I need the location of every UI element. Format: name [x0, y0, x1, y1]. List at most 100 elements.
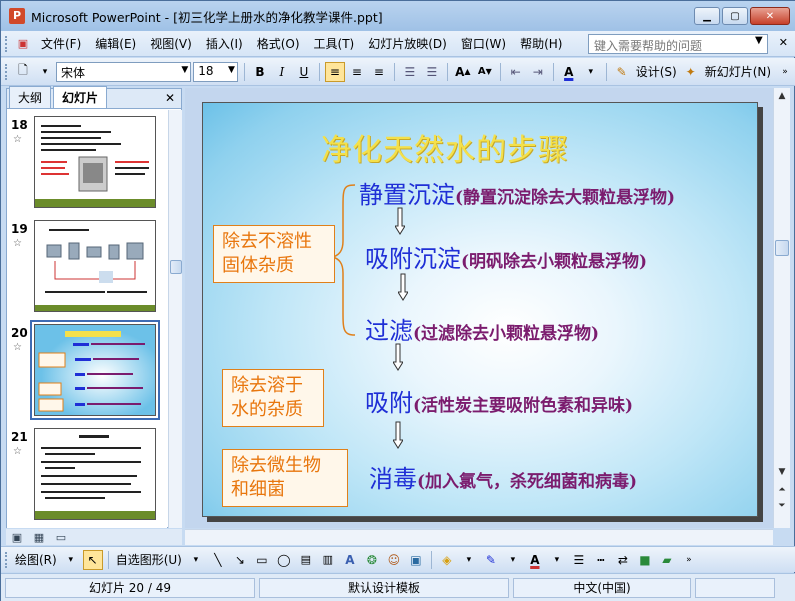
- wordart-icon[interactable]: A: [340, 550, 360, 570]
- drawbar-overflow-icon[interactable]: »: [679, 550, 699, 570]
- design-button[interactable]: 设计(S): [633, 63, 680, 80]
- fill-color-icon[interactable]: ◈: [437, 550, 457, 570]
- menu-help[interactable]: 帮助(H): [513, 35, 569, 52]
- slide-sorter-view-icon[interactable]: ▦: [29, 527, 49, 547]
- bold-button[interactable]: B: [250, 62, 270, 82]
- menu-edit[interactable]: 编辑(E): [88, 35, 143, 52]
- design-icon[interactable]: ✎: [612, 62, 632, 82]
- align-center-icon[interactable]: ≡: [347, 62, 367, 82]
- line-icon[interactable]: ╲: [208, 550, 228, 570]
- scroll-up-icon[interactable]: ▲: [774, 88, 790, 104]
- dash-style-icon[interactable]: ┅: [591, 550, 611, 570]
- 3d-style-icon[interactable]: ▰: [657, 550, 677, 570]
- underline-button[interactable]: U: [294, 62, 314, 82]
- down-arrow-icon: [393, 421, 403, 449]
- toolbar-divider: [430, 550, 432, 569]
- box-insoluble-impurities[interactable]: 除去不溶性 固体杂质: [213, 225, 335, 283]
- new-document-icon[interactable]: 🗋: [13, 62, 33, 82]
- autoshapes-dropdown-icon[interactable]: ▾: [186, 550, 206, 570]
- previous-slide-icon[interactable]: ⏶: [774, 482, 790, 498]
- current-slide[interactable]: 净化天然水的步骤 静置沉淀(静置沉淀除去大颗粒悬浮物) 吸附沉淀(明矾除去小颗粒…: [202, 102, 758, 517]
- help-dropdown-icon[interactable]: ▼: [755, 35, 763, 46]
- draw-menu-button[interactable]: 绘图(R): [12, 551, 60, 568]
- help-search-input[interactable]: 键入需要帮助的问题: [588, 34, 768, 54]
- diagram-icon[interactable]: ❂: [362, 550, 382, 570]
- font-color-dropdown-icon[interactable]: ▾: [581, 62, 601, 82]
- drawbar-grip-handle[interactable]: [5, 551, 8, 568]
- shadow-style-icon[interactable]: ■: [635, 550, 655, 570]
- oval-icon[interactable]: ◯: [274, 550, 294, 570]
- align-left-icon[interactable]: ≡: [324, 61, 345, 82]
- vertical-textbox-icon[interactable]: ▥: [318, 550, 338, 570]
- maximize-button[interactable]: ▢: [722, 7, 748, 25]
- italic-button[interactable]: I: [272, 62, 292, 82]
- line-style-icon[interactable]: ☰: [569, 550, 589, 570]
- toolbar-grip-handle[interactable]: [5, 63, 8, 80]
- draw-font-color-icon[interactable]: A: [525, 550, 545, 570]
- horizontal-scrollbar[interactable]: [185, 529, 773, 545]
- menu-window[interactable]: 窗口(W): [454, 35, 513, 52]
- powerpoint-app-icon[interactable]: P: [9, 8, 25, 24]
- menu-grip-handle[interactable]: [5, 35, 8, 52]
- decrease-font-size-icon[interactable]: A ▼: [475, 62, 495, 82]
- slide-thumbnail-19[interactable]: 19 ☆: [7, 218, 167, 318]
- font-size-select[interactable]: 18 ▼: [193, 61, 238, 82]
- menu-view[interactable]: 视图(V): [143, 35, 199, 52]
- rectangle-icon[interactable]: ▭: [252, 550, 272, 570]
- thumbnail-scroll-thumb[interactable]: [170, 260, 182, 274]
- new-slide-button[interactable]: 新幻灯片(N): [702, 63, 774, 80]
- box-microbes[interactable]: 除去微生物 和细菌: [222, 449, 348, 507]
- minimize-button[interactable]: ▁: [694, 7, 720, 25]
- numbered-list-icon[interactable]: ☰: [400, 62, 420, 82]
- scroll-down-icon[interactable]: ▼: [774, 464, 790, 480]
- menu-format[interactable]: 格式(O): [250, 35, 307, 52]
- new-slide-icon[interactable]: ✦: [681, 62, 701, 82]
- toolbar-options-icon[interactable]: ▾: [35, 62, 55, 82]
- clipart-icon[interactable]: ☺: [384, 550, 404, 570]
- document-close-icon[interactable]: ✕: [779, 36, 788, 49]
- draw-font-color-dropdown-icon[interactable]: ▾: [547, 550, 567, 570]
- fill-color-dropdown-icon[interactable]: ▾: [459, 550, 479, 570]
- next-slide-icon[interactable]: ⏷: [774, 498, 790, 514]
- slide-scroll-thumb[interactable]: [775, 240, 789, 256]
- slide-title[interactable]: 净化天然水的步骤: [321, 125, 569, 169]
- box-1-line-2: 固体杂质: [222, 255, 294, 276]
- tab-slides[interactable]: 幻灯片: [53, 86, 108, 108]
- toolbar-divider: [318, 62, 320, 81]
- font-name-select[interactable]: 宋体 ▼: [55, 61, 192, 82]
- increase-font-size-icon[interactable]: A ▲: [453, 62, 473, 82]
- tab-outline[interactable]: 大纲: [9, 86, 52, 108]
- step-4-name: 吸附: [365, 389, 413, 417]
- normal-view-icon[interactable]: ▣: [7, 527, 27, 547]
- menu-insert[interactable]: 插入(I): [199, 35, 250, 52]
- document-icon[interactable]: ▣: [13, 34, 33, 54]
- close-button[interactable]: ✕: [750, 7, 790, 25]
- increase-indent-icon[interactable]: ⇥: [528, 62, 548, 82]
- decrease-indent-icon[interactable]: ⇤: [506, 62, 526, 82]
- thumbnail-scrollbar[interactable]: [168, 110, 182, 528]
- slide-scrollbar[interactable]: ▲ ▼ ⏶ ⏷: [773, 88, 790, 528]
- menu-tools[interactable]: 工具(T): [307, 35, 362, 52]
- select-pointer-icon[interactable]: ↖: [82, 549, 103, 570]
- textbox-icon[interactable]: ▤: [296, 550, 316, 570]
- draw-dropdown-icon[interactable]: ▾: [61, 550, 81, 570]
- menu-slideshow[interactable]: 幻灯片放映(D): [361, 35, 454, 52]
- arrow-style-icon[interactable]: ⇄: [613, 550, 633, 570]
- autoshapes-button[interactable]: 自选图形(U): [113, 551, 185, 568]
- line-color-icon[interactable]: ✎: [481, 550, 501, 570]
- slide-thumbnail-18[interactable]: 18 ☆: [7, 114, 167, 214]
- slide-thumbnail-21[interactable]: 21 ☆: [7, 426, 167, 526]
- slide-thumbnail-20[interactable]: 20 ☆: [7, 320, 167, 422]
- panel-close-icon[interactable]: ✕: [165, 91, 175, 105]
- align-right-icon[interactable]: ≡: [369, 62, 389, 82]
- picture-icon[interactable]: ▣: [406, 550, 426, 570]
- slideshow-view-icon[interactable]: ▭: [51, 527, 71, 547]
- font-color-icon[interactable]: A: [559, 62, 579, 82]
- arrow-icon[interactable]: ↘: [230, 550, 250, 570]
- bulleted-list-icon[interactable]: ☰: [422, 62, 442, 82]
- box-soluble-impurities[interactable]: 除去溶于 水的杂质: [222, 369, 324, 427]
- toolbar-overflow-icon[interactable]: »: [775, 62, 795, 82]
- line-color-dropdown-icon[interactable]: ▾: [503, 550, 523, 570]
- menu-file[interactable]: 文件(F): [34, 35, 88, 52]
- animation-star-icon: ☆: [13, 134, 22, 145]
